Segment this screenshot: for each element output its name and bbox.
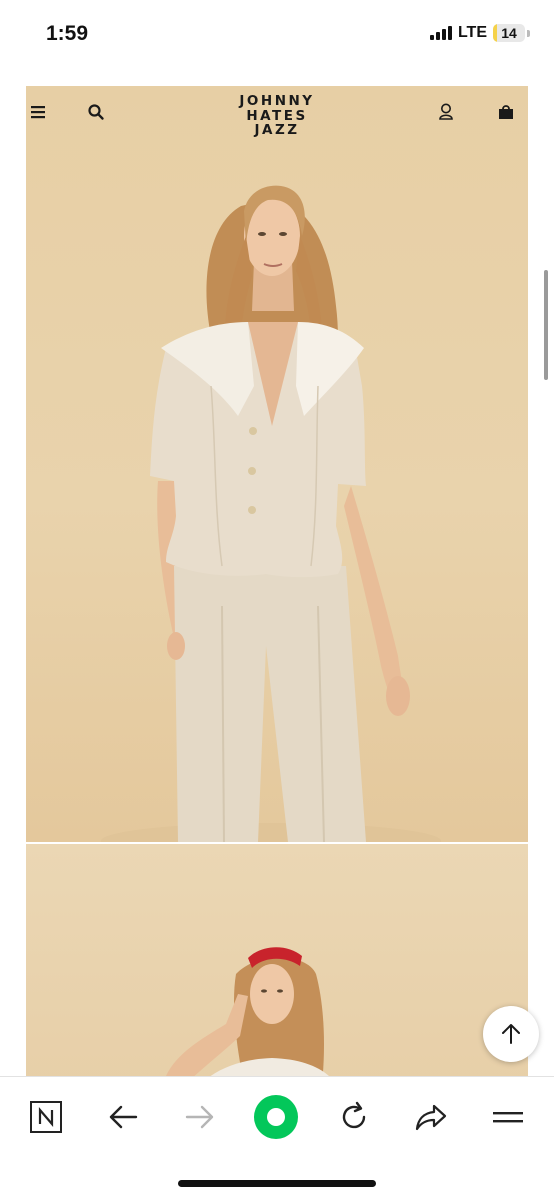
product-image-1[interactable]: JOHNNY HATES JAZZ: [26, 86, 528, 859]
logo-line-3: JAZZ: [254, 122, 300, 138]
n-logo-icon: [30, 1101, 62, 1133]
signal-icon: [429, 26, 452, 40]
forward-arrow-icon: [185, 1105, 214, 1129]
battery-tip: [527, 29, 530, 37]
share-icon: [415, 1104, 447, 1131]
product-image-2[interactable]: [26, 844, 528, 1076]
scroll-indicator[interactable]: [544, 270, 548, 380]
status-indicators: LTE 14: [429, 24, 530, 42]
refresh-icon: [342, 1101, 366, 1129]
model-photo-1: [101, 185, 441, 859]
menu-icon: [493, 1112, 523, 1123]
search-icon[interactable]: [84, 100, 108, 124]
arrow-up-icon: [502, 1024, 520, 1044]
home-icon: [254, 1095, 298, 1139]
brand-logo[interactable]: JOHNNY HATES JAZZ: [222, 94, 332, 138]
shopping-bag-icon[interactable]: [494, 100, 518, 124]
main-button[interactable]: [250, 1091, 302, 1143]
logo-line-1: JOHNNY: [239, 93, 315, 109]
battery-icon: 14: [493, 24, 525, 42]
logo-line-2: HATES: [246, 107, 308, 124]
naver-home-button[interactable]: [20, 1091, 72, 1143]
menu-icon[interactable]: [26, 100, 50, 124]
status-time: 1:59: [46, 22, 89, 45]
share-button[interactable]: [405, 1091, 457, 1143]
page-content[interactable]: JOHNNY HATES JAZZ: [26, 86, 528, 1076]
back-button[interactable]: [97, 1091, 149, 1143]
refresh-button[interactable]: [328, 1091, 380, 1143]
forward-button[interactable]: [174, 1091, 226, 1143]
scroll-top-button[interactable]: [483, 1006, 539, 1062]
user-icon[interactable]: [434, 100, 458, 124]
browser-menu-button[interactable]: [482, 1091, 534, 1143]
back-arrow-icon: [109, 1105, 138, 1129]
network-type: LTE: [457, 24, 487, 41]
battery-level: 14: [501, 25, 517, 41]
site-header: JOHNNY HATES JAZZ: [26, 86, 528, 138]
model-photo-2: [166, 947, 329, 1076]
status-bar: 1:59 LTE 14: [0, 0, 554, 70]
home-indicator: [178, 1180, 376, 1187]
